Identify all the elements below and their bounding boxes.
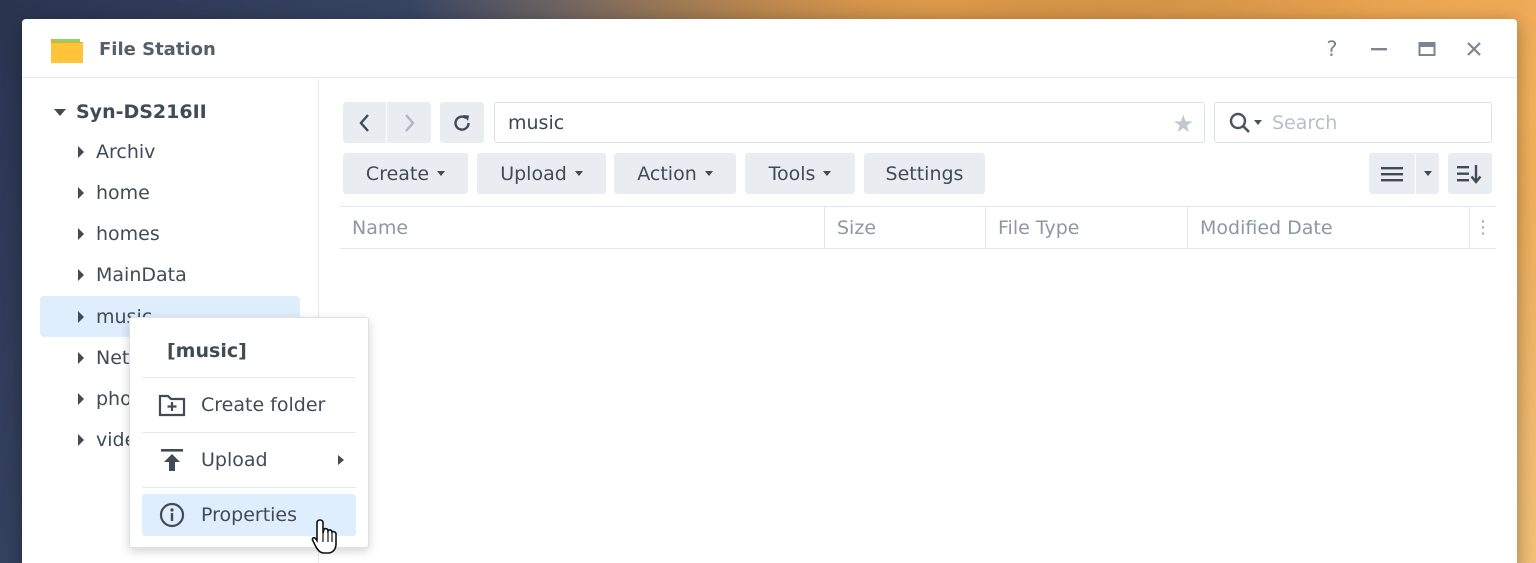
tree-root-server[interactable]: Syn-DS216II [54, 99, 207, 125]
collapse-caret-icon[interactable] [78, 392, 84, 405]
path-text: music [508, 111, 565, 134]
menu-item-label: Properties [201, 504, 298, 526]
dropdown-caret-icon [704, 171, 713, 176]
tools-button[interactable]: Tools [745, 153, 855, 194]
list-view-icon[interactable] [1369, 165, 1415, 183]
collapse-caret-icon[interactable] [78, 268, 84, 281]
column-options-icon[interactable]: ⋮ [1470, 207, 1496, 248]
info-icon [157, 502, 187, 528]
file-station-app-icon [51, 39, 83, 63]
action-button[interactable]: Action [614, 153, 736, 194]
chevron-left-icon [358, 113, 369, 132]
refresh-icon [454, 114, 470, 131]
back-button[interactable] [343, 102, 386, 143]
tree-item-label: Net [96, 346, 130, 369]
search-icon[interactable] [1229, 112, 1262, 134]
chevron-down-icon [1254, 120, 1262, 125]
tree-item-label: Archiv [96, 140, 156, 163]
hand-cursor-icon [311, 519, 337, 554]
menu-item-label: Create folder [201, 394, 326, 416]
upload-button[interactable]: Upload [477, 153, 606, 194]
action-label: Action [637, 162, 697, 185]
collapse-caret-icon[interactable] [78, 433, 84, 446]
column-modified-date[interactable]: Modified Date [1188, 207, 1470, 248]
collapse-caret-icon[interactable] [78, 186, 84, 199]
collapse-caret-icon[interactable] [78, 145, 84, 158]
maximize-icon [1418, 42, 1436, 56]
column-file-type[interactable]: File Type [986, 207, 1188, 248]
menu-item-create-folder[interactable]: Create folder [142, 384, 356, 426]
view-mode-button[interactable] [1369, 153, 1439, 194]
title-bar: File Station ? [22, 19, 1517, 78]
tree-item-archiv[interactable]: Archiv [40, 131, 300, 172]
upload-label: Upload [500, 162, 567, 185]
settings-label: Settings [885, 162, 964, 185]
collapse-caret-icon[interactable] [78, 351, 84, 364]
tree-root-label: Syn-DS216II [76, 101, 207, 123]
file-list-header: Name Size File Type Modified Date ⋮ [340, 206, 1496, 249]
minimize-icon [1371, 48, 1387, 51]
maximize-button[interactable] [1414, 36, 1440, 62]
minimize-button[interactable] [1366, 36, 1392, 62]
tree-item-homes[interactable]: homes [40, 213, 300, 254]
help-button[interactable]: ? [1319, 36, 1345, 62]
column-name[interactable]: Name [340, 207, 825, 248]
tree-item-home[interactable]: home [40, 172, 300, 213]
tree-item-label: MainData [96, 263, 187, 286]
divider [142, 487, 356, 488]
search-placeholder: Search [1272, 111, 1338, 134]
favorite-star-icon[interactable]: ★ [1172, 110, 1194, 138]
path-bar[interactable]: music ★ [494, 102, 1205, 143]
sort-button[interactable] [1448, 153, 1492, 194]
submenu-arrow-icon [338, 455, 344, 465]
tree-item-maindata[interactable]: MainData [40, 254, 300, 295]
settings-button[interactable]: Settings [864, 153, 985, 194]
upload-icon [157, 448, 187, 472]
dropdown-caret-icon [437, 171, 446, 176]
close-button[interactable] [1461, 36, 1487, 62]
tree-item-label: pho [96, 387, 132, 410]
chevron-right-icon [404, 113, 415, 132]
refresh-button[interactable] [440, 102, 484, 143]
nav-button-group [343, 102, 431, 143]
dropdown-caret-icon [823, 171, 832, 176]
create-label: Create [365, 162, 430, 185]
search-field[interactable]: Search [1214, 102, 1492, 143]
menu-item-label: Upload [201, 449, 268, 471]
tree-item-label: homes [96, 222, 160, 245]
dropdown-caret-icon [574, 171, 583, 176]
tree-item-label: home [96, 181, 150, 204]
window-title: File Station [99, 39, 216, 60]
sort-icon [1457, 164, 1482, 184]
menu-item-upload[interactable]: Upload [142, 439, 356, 481]
divider [142, 432, 356, 433]
collapse-caret-icon[interactable] [78, 310, 84, 323]
tools-label: Tools [768, 162, 816, 185]
chevron-down-icon[interactable] [1416, 171, 1439, 176]
collapse-caret-icon[interactable] [78, 227, 84, 240]
create-folder-icon [157, 393, 187, 417]
context-menu: [music] Create folder Upload Properties [129, 317, 369, 548]
column-size[interactable]: Size [825, 207, 986, 248]
close-icon [1467, 42, 1481, 56]
divider [142, 377, 356, 378]
expand-caret-icon[interactable] [54, 108, 66, 116]
forward-button[interactable] [387, 102, 430, 143]
context-menu-title: [music] [167, 340, 247, 362]
create-button[interactable]: Create [343, 153, 468, 194]
